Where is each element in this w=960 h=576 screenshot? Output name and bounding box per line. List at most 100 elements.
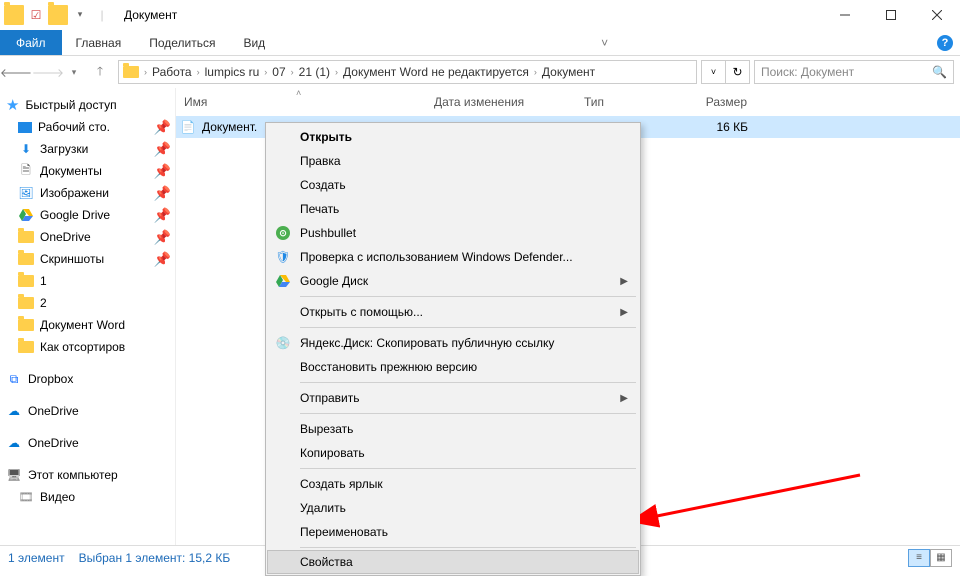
star-icon: ★ (6, 96, 19, 114)
menu-item-label: Отправить (300, 391, 360, 405)
folder-icon (18, 295, 34, 311)
nav-history-dropdown[interactable]: ▾ (66, 60, 82, 84)
menu-item[interactable]: Правка (268, 149, 638, 173)
column-type[interactable]: Тип (576, 88, 676, 116)
pictures-icon: 🖼 (18, 185, 34, 201)
yadisk-icon: 💿 (274, 334, 292, 352)
menu-item[interactable]: Google Диск▶ (268, 269, 638, 293)
status-selected: Выбран 1 элемент: 15,2 КБ (79, 551, 231, 565)
sidebar-item-gdrive[interactable]: Google Drive📌 (0, 204, 175, 226)
folder-icon (18, 229, 34, 245)
menu-item[interactable]: Копировать (268, 441, 638, 465)
pin-icon: 📌 (154, 229, 171, 246)
nav-back-button[interactable]: 🡐 (2, 60, 30, 84)
menu-item[interactable]: 🛡Проверка с использованием Windows Defen… (268, 245, 638, 269)
menu-item-label: Восстановить прежнюю версию (300, 360, 477, 374)
address-dropdown-button[interactable]: ˅ (701, 61, 725, 83)
folder-qa-icon[interactable] (48, 5, 68, 25)
nav-forward-button[interactable]: 🡒 (34, 60, 62, 84)
sidebar-item-documents[interactable]: 🗎Документы📌 (0, 160, 175, 182)
ribbon-tab-share[interactable]: Поделиться (135, 30, 229, 55)
sidebar-item-1[interactable]: 1 (0, 270, 175, 292)
breadcrumb[interactable]: 07 (272, 65, 285, 79)
sidebar-dropbox[interactable]: ⧉Dropbox (0, 368, 175, 390)
menu-item[interactable]: Удалить (268, 496, 638, 520)
menu-item[interactable]: 💿 Яндекс.Диск: Скопировать публичную ссыл… (268, 331, 638, 355)
thumbnails-view-button[interactable]: ▦ (930, 549, 952, 567)
breadcrumb[interactable]: Документ Word не редактируется (343, 65, 529, 79)
menu-separator (300, 413, 636, 414)
breadcrumb[interactable]: Документ (542, 65, 595, 79)
folder-icon (18, 339, 34, 355)
sidebar-item-downloads[interactable]: ⬇Загрузки📌 (0, 138, 175, 160)
sidebar-item-word-doc[interactable]: Документ Word (0, 314, 175, 336)
breadcrumb[interactable]: lumpics ru (205, 65, 260, 79)
breadcrumb[interactable]: 21 (1) (299, 65, 330, 79)
menu-item[interactable]: Восстановить прежнюю версию (268, 355, 638, 379)
sidebar-item-pictures[interactable]: 🖼Изображени📌 (0, 182, 175, 204)
menu-item[interactable]: Переименовать (268, 520, 638, 544)
menu-item-label: Переименовать (300, 525, 388, 539)
title-separator: | (92, 5, 112, 25)
minimize-button[interactable] (822, 0, 868, 30)
menu-item[interactable]: Создать (268, 173, 638, 197)
sidebar-item-sort[interactable]: Как отсортиров (0, 336, 175, 358)
pin-icon: 📌 (154, 141, 171, 158)
properties-qa-icon[interactable]: ☑ (26, 5, 46, 25)
downloads-icon: ⬇ (18, 141, 34, 157)
column-date[interactable]: Дата изменения (426, 88, 576, 116)
sidebar-item-2[interactable]: 2 (0, 292, 175, 314)
ribbon-file[interactable]: Файл (0, 30, 62, 55)
submenu-arrow-icon: ▶ (620, 307, 628, 318)
nav-up-button[interactable]: 🡑 (86, 60, 114, 84)
details-view-button[interactable]: ≡ (908, 549, 930, 567)
qat-dropdown-icon[interactable]: ▾ (70, 5, 90, 25)
sidebar-item-screenshots[interactable]: Скриншоты📌 (0, 248, 175, 270)
menu-separator (300, 382, 636, 383)
menu-item[interactable]: Печать (268, 197, 638, 221)
pin-icon: 📌 (154, 207, 171, 224)
menu-item-label: Удалить (300, 501, 346, 515)
sidebar-onedrive[interactable]: ☁OneDrive (0, 400, 175, 422)
close-button[interactable] (914, 0, 960, 30)
defender-icon: 🛡 (274, 248, 292, 266)
sidebar-quick-access[interactable]: ★Быстрый доступ (0, 94, 175, 116)
menu-item[interactable]: Отправить▶ (268, 386, 638, 410)
folder-small-icon (4, 5, 24, 25)
menu-item-label: Свойства (300, 555, 353, 569)
sort-indicator-icon: ˄ (296, 88, 301, 98)
menu-item[interactable]: Свойства (267, 550, 639, 574)
menu-item[interactable]: Открыть с помощью...▶ (268, 300, 638, 324)
sidebar-item-desktop[interactable]: Рабочий сто.📌 (0, 116, 175, 138)
sidebar-item-video[interactable]: 🎞Видео (0, 486, 175, 508)
navigation-sidebar: ★Быстрый доступ Рабочий сто.📌 ⬇Загрузки📌… (0, 88, 175, 545)
sidebar-onedrive-2[interactable]: ☁OneDrive (0, 432, 175, 454)
search-input[interactable]: Поиск: Документ 🔍 (754, 60, 954, 84)
window-title: Документ (124, 8, 177, 22)
pin-icon: 📌 (154, 163, 171, 180)
menu-item-label: Яндекс.Диск: Скопировать публичную ссылк… (300, 336, 554, 350)
folder-icon (18, 317, 34, 333)
menu-item-label: Создать ярлык (300, 477, 383, 491)
computer-icon: 🖥 (6, 467, 22, 483)
column-size[interactable]: Размер (676, 88, 756, 116)
gdrive-icon (18, 207, 34, 223)
menu-item[interactable]: Создать ярлык (268, 472, 638, 496)
gdrive-icon (274, 272, 292, 290)
menu-item[interactable]: ⊙Pushbullet (268, 221, 638, 245)
help-button[interactable]: ? (930, 30, 960, 55)
sidebar-item-onedrive-folder[interactable]: OneDrive📌 (0, 226, 175, 248)
menu-item-label: Правка (300, 154, 341, 168)
word-doc-icon: 📄 (180, 119, 196, 135)
breadcrumb[interactable]: Работа (152, 65, 192, 79)
menu-item[interactable]: Открыть (268, 125, 638, 149)
ribbon-expand-icon[interactable]: ˅ (590, 30, 620, 55)
maximize-button[interactable] (868, 0, 914, 30)
ribbon-tab-view[interactable]: Вид (229, 30, 279, 55)
refresh-button[interactable]: ↻ (725, 61, 749, 83)
menu-item[interactable]: Вырезать (268, 417, 638, 441)
address-bar[interactable]: › Работа› lumpics ru› 07› 21 (1)› Докуме… (118, 60, 697, 84)
pushbullet-icon: ⊙ (274, 224, 292, 242)
sidebar-this-pc[interactable]: 🖥Этот компьютер (0, 464, 175, 486)
ribbon-tab-home[interactable]: Главная (62, 30, 136, 55)
